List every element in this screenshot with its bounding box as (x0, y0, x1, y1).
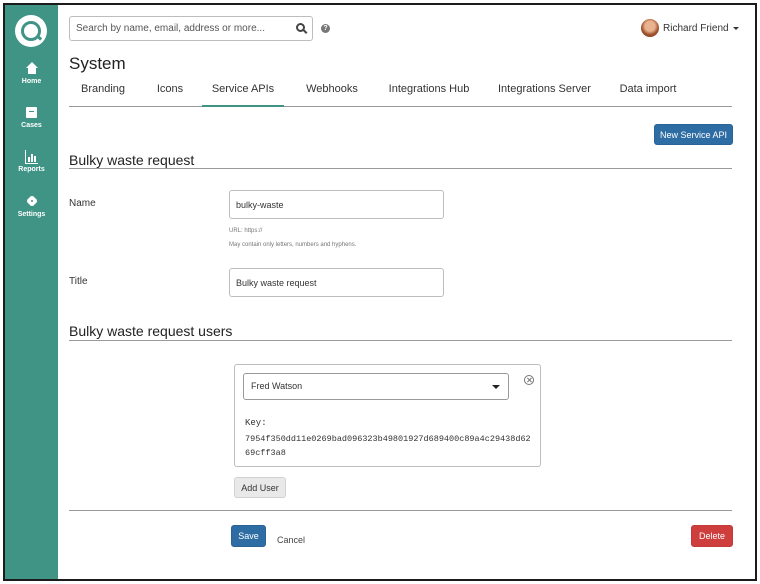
help-icon[interactable]: ? (321, 24, 330, 33)
sidebar-item-label: Cases (21, 122, 42, 129)
page-title: System (69, 54, 126, 73)
save-button[interactable]: Save (231, 525, 266, 547)
name-label: Name (69, 198, 96, 209)
remove-user-icon[interactable] (524, 375, 534, 385)
delete-button[interactable]: Delete (691, 525, 733, 547)
cancel-link[interactable]: Cancel (277, 535, 305, 545)
search-input[interactable] (70, 17, 290, 40)
search-icon[interactable] (296, 23, 305, 32)
title-label: Title (69, 276, 88, 287)
reports-icon (25, 150, 38, 164)
sidebar-item-label: Settings (17, 211, 46, 218)
footer-divider (69, 510, 732, 511)
section-divider (69, 340, 732, 341)
home-icon (25, 62, 38, 76)
section-divider (69, 168, 732, 169)
user-select[interactable]: Fred Watson (243, 373, 509, 400)
sidebar-item-cases[interactable]: Cases (5, 106, 58, 129)
logo-mark (21, 21, 41, 41)
title-field[interactable] (229, 268, 444, 297)
caret-down-icon (492, 385, 500, 389)
logo[interactable] (15, 15, 47, 47)
add-user-button[interactable]: Add User (234, 477, 286, 498)
name-help-text: May contain only letters, numbers and hy… (229, 242, 357, 248)
users-section-heading: Bulky waste request users (69, 323, 233, 339)
sidebar-item-home[interactable]: Home (5, 62, 58, 85)
sidebar: Home Cases Reports Settings (5, 5, 58, 579)
tab-service-apis[interactable]: Service APIs (202, 83, 284, 107)
user-select-value: Fred Watson (251, 381, 303, 391)
gear-icon (27, 195, 37, 209)
sidebar-item-label: Reports (18, 166, 45, 173)
key-label: Key: (245, 418, 267, 428)
app-window: Home Cases Reports Settings ? Richard Fr… (3, 3, 757, 581)
tab-icons[interactable]: Icons (156, 83, 184, 107)
user-menu[interactable]: Richard Friend (641, 18, 739, 38)
sidebar-item-settings[interactable]: Settings (5, 195, 58, 218)
tab-integrations-hub[interactable]: Integrations Hub (388, 83, 470, 107)
sidebar-item-reports[interactable]: Reports (5, 150, 58, 173)
user-name: Richard Friend (663, 22, 729, 34)
key-value: 7954f350dd11e0269bad096323b49801927d6894… (245, 434, 531, 458)
search-box (69, 16, 313, 41)
url-help-text: URL: https:// (229, 228, 263, 234)
chevron-down-icon (732, 26, 739, 30)
name-field[interactable] (229, 190, 444, 219)
cases-icon (26, 106, 37, 120)
tab-integrations-server[interactable]: Integrations Server (498, 83, 591, 107)
tab-data-import[interactable]: Data import (619, 83, 677, 107)
tab-bar: Branding Icons Service APIs Webhooks Int… (69, 83, 732, 107)
avatar (641, 19, 659, 37)
tab-branding[interactable]: Branding (81, 83, 125, 107)
section-heading: Bulky waste request (69, 152, 195, 168)
user-card: Fred Watson Key: 7954f350dd11e0269bad096… (234, 364, 541, 467)
tab-webhooks[interactable]: Webhooks (305, 83, 359, 107)
new-service-api-button[interactable]: New Service API (654, 124, 733, 145)
sidebar-item-label: Home (21, 78, 42, 85)
